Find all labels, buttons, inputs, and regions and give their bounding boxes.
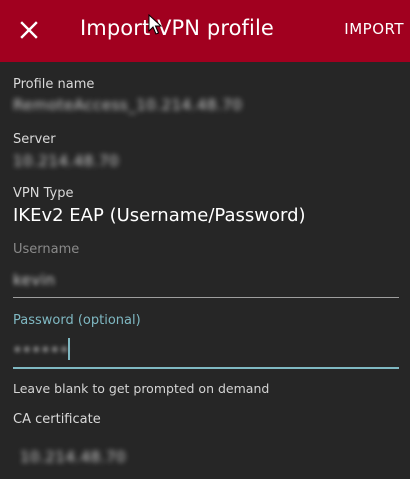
import-vpn-profile-screen: Import VPN profile IMPORT Profile name R…: [0, 0, 410, 479]
server-value[interactable]: 10.214.48.70: [13, 152, 119, 170]
password-label: Password (optional): [13, 313, 141, 328]
text-caret: [68, 338, 70, 360]
import-button[interactable]: IMPORT: [344, 20, 404, 38]
profile-name-label: Profile name: [13, 77, 95, 92]
password-input[interactable]: ••••••: [13, 341, 69, 359]
server-label: Server: [13, 132, 56, 147]
password-helper-text: Leave blank to get prompted on demand: [13, 381, 270, 396]
password-underline: [13, 367, 399, 369]
username-underline: [13, 297, 399, 298]
mouse-pointer-icon: [148, 13, 163, 36]
ca-certificate-value[interactable]: 10.214.48.70: [20, 448, 126, 466]
vpn-type-label: VPN Type: [13, 186, 74, 201]
close-icon[interactable]: [17, 18, 41, 42]
app-bar: Import VPN profile IMPORT: [0, 0, 410, 62]
profile-name-value[interactable]: RemoteAccess_10.214.48.70: [13, 96, 242, 114]
username-input[interactable]: kevin: [13, 271, 55, 289]
vpn-type-value[interactable]: IKEv2 EAP (Username/Password): [13, 205, 306, 226]
username-label: Username: [13, 242, 80, 257]
page-title: Import VPN profile: [80, 16, 274, 40]
form-content: Profile name RemoteAccess_10.214.48.70 S…: [0, 62, 410, 479]
ca-certificate-label: CA certificate: [13, 412, 101, 427]
